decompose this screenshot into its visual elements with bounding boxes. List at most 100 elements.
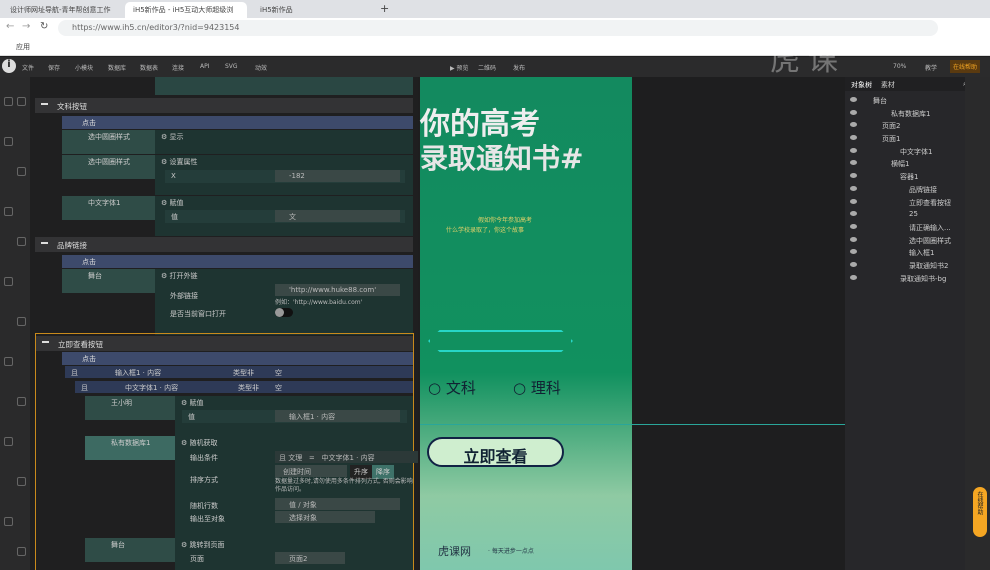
menu-database[interactable]: 数据库: [108, 63, 126, 72]
visibility-eye-icon[interactable]: [850, 147, 857, 153]
target-object[interactable]: 舞台: [85, 538, 175, 562]
condition-compare[interactable]: 类型非: [238, 383, 259, 393]
tree-item[interactable]: 页面1: [845, 132, 965, 145]
forward-icon[interactable]: →: [22, 21, 30, 32]
condition-row[interactable]: 且 中文字体1 · 内容 类型非 空: [75, 381, 413, 393]
collapse-icon[interactable]: [41, 103, 48, 105]
menu-module[interactable]: 小模块: [75, 63, 93, 72]
name-input-frame[interactable]: [428, 330, 573, 352]
tree-item[interactable]: 25: [845, 208, 965, 221]
tree-item[interactable]: 请正确输入...: [845, 221, 965, 234]
tool-icon[interactable]: [17, 97, 26, 106]
visibility-eye-icon[interactable]: [850, 109, 857, 115]
tool-icon[interactable]: [17, 397, 26, 406]
tool-icon[interactable]: [17, 167, 26, 176]
cond-field[interactable]: 文理: [288, 454, 302, 462]
visibility-eye-icon[interactable]: [850, 261, 857, 267]
tool-icon[interactable]: [4, 207, 13, 216]
property-value-input[interactable]: 输入框1 · 内容: [275, 410, 400, 422]
tool-icon[interactable]: [17, 317, 26, 326]
url-input[interactable]: https://www.ih5.cn/editor3/?nid=9423154: [58, 20, 938, 36]
current-window-toggle[interactable]: [275, 308, 293, 317]
target-object[interactable]: 舞台: [62, 269, 155, 293]
publish-button[interactable]: 发布: [513, 63, 525, 72]
tree-item[interactable]: 舞台: [845, 94, 965, 107]
tree-item[interactable]: 容器1: [845, 170, 965, 183]
condition-left[interactable]: 中文字体1 · 内容: [125, 383, 178, 393]
tool-icon[interactable]: [4, 517, 13, 526]
tree-item[interactable]: 页面2: [845, 119, 965, 132]
target-object[interactable]: 选中圆圈样式: [62, 130, 155, 154]
option-liberal-arts[interactable]: ○ 文科: [428, 377, 476, 398]
reload-icon[interactable]: ↻: [40, 21, 48, 32]
tree-item[interactable]: 中文字体1: [845, 145, 965, 158]
tool-icon[interactable]: [17, 477, 26, 486]
tree-item[interactable]: 立即查看按钮: [845, 196, 965, 209]
cond-eq[interactable]: =: [309, 454, 315, 462]
tool-icon[interactable]: [4, 137, 13, 146]
section-header[interactable]: 文科按钮: [35, 98, 413, 113]
visibility-eye-icon[interactable]: [850, 274, 857, 280]
tool-icon[interactable]: [17, 547, 26, 556]
tool-icon[interactable]: [4, 277, 13, 286]
visibility-eye-icon[interactable]: [850, 198, 857, 204]
desc-button[interactable]: 降序: [372, 465, 394, 479]
condition-row[interactable]: 且 输入框1 · 内容 类型非 空: [65, 366, 413, 378]
tree-item[interactable]: 品牌链接: [845, 183, 965, 196]
option-science[interactable]: ○ 理科: [513, 377, 561, 398]
property-value-input[interactable]: -182: [275, 170, 400, 182]
menu-effects[interactable]: 动效: [255, 63, 267, 72]
visibility-eye-icon[interactable]: [850, 97, 857, 102]
browser-tab-active[interactable]: iH5新作品 - iH5互动大师超级浏: [125, 2, 247, 18]
target-object[interactable]: 私有数据库1: [85, 436, 175, 460]
action[interactable]: ⚙ 显示: [155, 130, 413, 154]
link-input[interactable]: 'http://www.huke88.com': [275, 284, 400, 296]
brand-link[interactable]: 虎课网: [438, 543, 471, 559]
online-help-button[interactable]: 在线帮助: [950, 60, 981, 73]
zoom-level[interactable]: 70%: [893, 63, 906, 70]
target-object[interactable]: 选中圆圈样式: [62, 155, 155, 179]
tree-item[interactable]: 输入框1: [845, 246, 965, 259]
menu-api[interactable]: API: [200, 63, 210, 70]
online-help-side-button[interactable]: 在线帮助: [973, 487, 987, 537]
back-icon[interactable]: ←: [6, 21, 14, 32]
event-trigger[interactable]: 点击: [62, 352, 413, 365]
menu-save[interactable]: 保存: [48, 63, 60, 72]
condition-compare[interactable]: 类型非: [233, 368, 254, 378]
new-tab-button[interactable]: +: [380, 2, 389, 15]
section-header[interactable]: 立即查看按钮: [36, 336, 413, 351]
tab-object-tree[interactable]: 对象树: [851, 81, 872, 89]
output-condition[interactable]: 且 文理 = 中文字体1 · 内容: [275, 451, 418, 463]
tree-item[interactable]: 私有数据库1: [845, 107, 965, 120]
stage-canvas[interactable]: 你的高考 录取通知书# 假如你今年参加高考 什么学校录取了，你这个故事 ○ 文科…: [420, 77, 632, 570]
target-object[interactable]: 中文字体1: [62, 196, 155, 220]
random-rows-input[interactable]: 值 / 对象: [275, 498, 400, 510]
menu-svg[interactable]: SVG: [225, 63, 238, 70]
tab-assets[interactable]: 素材: [881, 81, 895, 89]
event-trigger[interactable]: 点击: [62, 255, 413, 268]
tool-icon[interactable]: [4, 437, 13, 446]
property-value-input[interactable]: 文: [275, 210, 400, 222]
condition-right[interactable]: 空: [275, 383, 282, 393]
tree-item[interactable]: 横幅1: [845, 157, 965, 170]
teach-button[interactable]: 教学: [925, 63, 937, 72]
tool-icon[interactable]: [4, 357, 13, 366]
bookmark-apps[interactable]: 应用: [16, 43, 30, 51]
preview-button[interactable]: ▶ 预览: [450, 63, 469, 72]
event-trigger[interactable]: 点击: [62, 116, 413, 129]
tree-item[interactable]: 录取通知书2: [845, 259, 965, 272]
tree-item[interactable]: 录取通知书-bg: [845, 272, 965, 285]
visibility-eye-icon[interactable]: [850, 185, 857, 191]
section-header[interactable]: 品牌链接: [35, 237, 413, 252]
collapse-icon[interactable]: [41, 242, 48, 244]
browser-tab[interactable]: iH5新作品: [252, 2, 370, 18]
output-target-select[interactable]: 选择对象: [275, 511, 375, 523]
qrcode-button[interactable]: 二维码: [478, 63, 496, 72]
menu-connect[interactable]: 连接: [172, 63, 184, 72]
target-object[interactable]: 王小明: [85, 396, 175, 420]
condition-left[interactable]: 输入框1 · 内容: [115, 368, 161, 378]
asc-button[interactable]: 升序: [350, 465, 372, 479]
cond-value[interactable]: 中文字体1 · 内容: [321, 454, 374, 462]
condition-right[interactable]: 空: [275, 368, 282, 378]
menu-datatable[interactable]: 数据表: [140, 63, 158, 72]
